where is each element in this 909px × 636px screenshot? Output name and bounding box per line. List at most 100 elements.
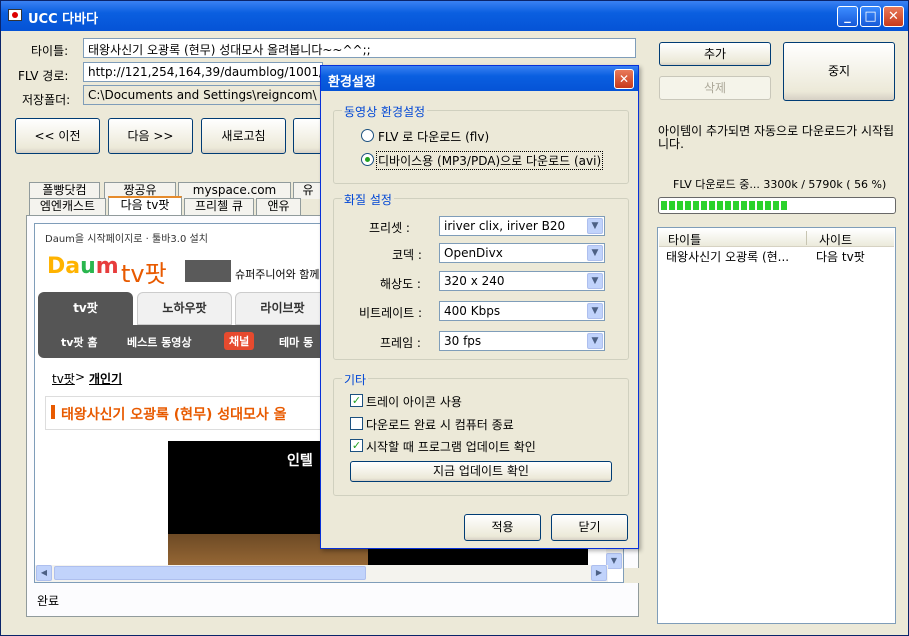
progress-segment	[733, 201, 739, 210]
scroll-right-icon[interactable]: ▶	[591, 565, 607, 581]
top-links[interactable]: Daum을 시작페이지로 · 툴바3.0 설치	[45, 230, 208, 245]
list-header-title[interactable]: 타이틀	[668, 231, 701, 248]
close-button[interactable]: ✕	[883, 6, 904, 27]
delete-button[interactable]: 삭제	[659, 76, 771, 100]
progress-segment	[661, 201, 667, 210]
tab-anyu[interactable]: 앤유	[256, 198, 301, 215]
daum-logo[interactable]: Daum	[47, 254, 119, 279]
tab-mncast[interactable]: 엠엔캐스트	[29, 198, 106, 215]
progress-segment	[693, 201, 699, 210]
progress-segment	[773, 201, 779, 210]
video-settings-group: 동영상 환경설정	[333, 103, 629, 184]
update-now-button[interactable]: 지금 업데이트 확인	[350, 461, 612, 482]
dialog-close-button[interactable]: 닫기	[551, 514, 628, 541]
settings-dialog-title[interactable]: 환경설정	[321, 66, 638, 91]
title-input[interactable]: 태왕사신기 오광록 (현무) 성대모사 올려봅니다~~^^;;	[83, 38, 636, 58]
preset-value: iriver clix, iriver B20	[444, 219, 566, 233]
minimize-button[interactable]: _	[837, 6, 858, 27]
window-title: UCC 다바다	[28, 12, 99, 27]
resolution-value: 320 x 240	[444, 274, 505, 288]
preset-label: 프리셋 :	[369, 221, 410, 235]
maximize-button[interactable]: □	[860, 6, 881, 27]
breadcrumb-current[interactable]: 개인기	[89, 370, 122, 387]
submenu-tvpot-home[interactable]: tv팟 홈	[61, 334, 98, 350]
scroll-left-icon[interactable]: ◀	[36, 565, 52, 581]
breadcrumb-home[interactable]: tv팟	[52, 370, 75, 387]
tray-icon-checkbox[interactable]: ✓	[350, 394, 363, 407]
tray-icon-label[interactable]: 트레이 아이콘 사용	[366, 393, 462, 410]
progress-segment	[685, 201, 691, 210]
apply-button[interactable]: 적용	[464, 514, 541, 541]
flv-download-radio[interactable]	[361, 129, 374, 142]
flv-path-label: FLV 경로:	[18, 69, 69, 83]
codec-select[interactable]: OpenDivx ▼	[439, 243, 605, 263]
submenu-theme[interactable]: 테마 동	[279, 334, 313, 350]
tvpot-logo[interactable]: tv팟	[121, 254, 167, 289]
settings-dialog: 환경설정 ✕ 동영상 환경설정 FLV 로 다운로드 (flv) 디바이스용 (…	[320, 65, 639, 549]
resolution-select[interactable]: 320 x 240 ▼	[439, 271, 605, 291]
menu-tab-tvpot[interactable]: tv팟	[38, 292, 133, 325]
next-button[interactable]: 다음 >>	[108, 118, 193, 154]
app-icon	[8, 9, 22, 21]
progress-segment	[669, 201, 675, 210]
chevron-down-icon[interactable]: ▼	[587, 245, 603, 261]
progress-segment	[709, 201, 715, 210]
add-button[interactable]: 추가	[659, 42, 771, 66]
title-marker-icon	[51, 405, 55, 419]
prev-button[interactable]: << 이전	[15, 118, 100, 154]
horizontal-scroll-thumb[interactable]	[54, 566, 366, 580]
banner-image	[185, 260, 231, 282]
bitrate-select[interactable]: 400 Kbps ▼	[439, 301, 605, 321]
download-progress-bar	[658, 197, 896, 214]
stop-button[interactable]: 중지	[783, 42, 895, 101]
progress-segment	[701, 201, 707, 210]
submenu-channel[interactable]: 채널	[224, 332, 255, 350]
list-header-site[interactable]: 사이트	[819, 231, 852, 248]
tab-daum-tvpot[interactable]: 다음 tv팟	[108, 196, 182, 215]
flv-download-label[interactable]: FLV 로 다운로드 (flv)	[378, 128, 489, 145]
menu-tab-knowhowpot[interactable]: 노하우팟	[137, 292, 232, 325]
scroll-down-icon[interactable]: ▼	[606, 553, 622, 569]
bitrate-label: 비트레이트 :	[359, 306, 423, 320]
menu-tab-livepot[interactable]: 라이브팟	[235, 292, 330, 325]
frame-value: 30 fps	[444, 334, 482, 348]
title-bar[interactable]: UCC 다바다 _ □ ✕	[1, 1, 908, 31]
frame-select[interactable]: 30 fps ▼	[439, 331, 605, 351]
flv-path-input[interactable]: http://121,254,164,39/daumblog/1001/29/6	[83, 62, 323, 82]
extra-button[interactable]	[293, 118, 323, 154]
device-download-label[interactable]: 디바이스용 (MP3/PDA)으로 다운로드 (avi)	[376, 151, 604, 170]
banner-text[interactable]: 슈퍼주니어와 함께	[235, 266, 319, 282]
browser-horizontal-scrollbar[interactable]: ◀ ▶	[35, 565, 608, 582]
preset-select[interactable]: iriver clix, iriver B20 ▼	[439, 216, 605, 236]
shutdown-label[interactable]: 다운로드 완료 시 컴퓨터 종료	[366, 416, 514, 433]
chevron-down-icon[interactable]: ▼	[587, 273, 603, 289]
progress-segment	[677, 201, 683, 210]
refresh-button[interactable]: 새로고침	[201, 118, 286, 154]
dialog-close-icon[interactable]: ✕	[614, 69, 634, 89]
save-folder-label: 저장폴더:	[22, 93, 71, 107]
save-folder-input[interactable]: C:\Documents and Settings\reigncom\	[83, 85, 323, 105]
video-settings-group-title: 동영상 환경설정	[342, 103, 428, 120]
status-text: 완료	[37, 594, 60, 608]
download-list[interactable]: 타이틀 사이트 태왕사신기 오광록 (현... 다음 tv팟	[657, 227, 896, 624]
video-title: 태왕사신기 오광록 (현무) 성대모사 올	[61, 407, 287, 423]
submenu-best-video[interactable]: 베스트 동영상	[127, 334, 192, 350]
shutdown-checkbox[interactable]	[350, 417, 363, 430]
device-download-radio[interactable]	[361, 153, 374, 166]
progress-segment	[725, 201, 731, 210]
scroll-corner	[624, 568, 641, 583]
progress-segment	[781, 201, 787, 210]
update-check-checkbox[interactable]: ✓	[350, 439, 363, 452]
chevron-down-icon[interactable]: ▼	[587, 303, 603, 319]
tab-freechal-q[interactable]: 프리첼 큐	[184, 198, 254, 215]
list-row-site[interactable]: 다음 tv팟	[816, 248, 865, 265]
tab-yu[interactable]: 유	[293, 182, 323, 199]
chevron-down-icon[interactable]: ▼	[587, 333, 603, 349]
tab-ppongdotcom[interactable]: 폴빵닷컴	[29, 182, 100, 199]
list-row-title[interactable]: 태왕사신기 오광록 (현...	[666, 248, 789, 265]
update-check-label[interactable]: 시작할 때 프로그램 업데이트 확인	[366, 438, 536, 455]
tab-myspace[interactable]: myspace.com	[178, 182, 291, 199]
download-status: FLV 다운로드 중... 3300k / 5790k ( 56 %)	[673, 178, 887, 191]
quality-settings-group-title: 화질 설정	[342, 191, 394, 208]
chevron-down-icon[interactable]: ▼	[587, 218, 603, 234]
